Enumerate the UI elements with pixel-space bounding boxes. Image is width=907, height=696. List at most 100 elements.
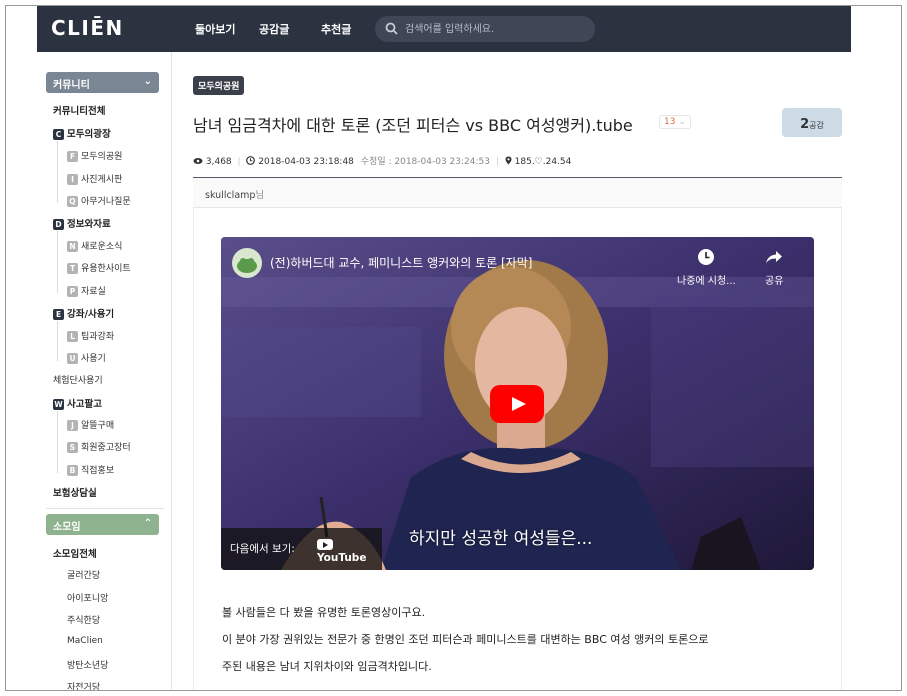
nav-recommended-posts[interactable]: 추천글 xyxy=(321,21,351,37)
watch-on-label: 다음에서 보기: xyxy=(230,543,295,555)
sidebar-item-reviews[interactable]: U 사용기 xyxy=(67,351,106,364)
sidebar-item-label: 직접홍보 xyxy=(81,466,115,476)
browser-frame: CLIĒN 둘아보기 공감글 추천글 커뮤니티 ⌄ 커뮤니티전체 C모두의광장 … xyxy=(5,5,902,691)
clock-icon xyxy=(246,156,256,165)
sidebar-item-useful-sites[interactable]: T 유용한사이트 xyxy=(67,261,131,274)
play-button[interactable] xyxy=(490,385,544,423)
somoim-label: 소모임 xyxy=(53,522,81,533)
somoim-section-header[interactable]: 소모임 ⌃ xyxy=(46,514,159,535)
comment-count-badge[interactable]: 13 ⌄ xyxy=(659,115,691,129)
group-label: 모두의광장 xyxy=(67,129,111,140)
chevron-up-icon: ⌃ xyxy=(143,518,152,529)
youtube-logo: YouTube xyxy=(317,539,382,564)
youtube-embed[interactable]: (전)하버드대 교수, 페미니스트 앵커와의 토론 [자막] 나중에 시청...… xyxy=(221,237,814,570)
sidebar-item-archive[interactable]: P 자료실 xyxy=(67,284,106,297)
chevron-down-icon: ⌄ xyxy=(143,76,152,87)
location-pin-icon xyxy=(505,156,512,165)
sidebar-item-label: 사진게시판 xyxy=(81,175,123,185)
share-icon xyxy=(766,251,783,264)
sidebar-item-label: 알뜰구매 xyxy=(81,421,115,431)
board-code-badge: U xyxy=(67,353,78,364)
group-label: 정보와자료 xyxy=(67,219,111,230)
sidebar-somoim-item[interactable]: 주식한당 xyxy=(67,613,100,626)
created-date: 2018-04-03 23:18:48 xyxy=(258,157,354,167)
watch-on-youtube[interactable]: 다음에서 보기: YouTube xyxy=(221,528,382,570)
sidebar-item-promotion[interactable]: B 직접홍보 xyxy=(67,463,114,476)
sidebar: 커뮤니티 ⌄ 커뮤니티전체 C 모두의광장 F 모두의공원 I 사진게시판 Q 아무거나… xyxy=(37,52,172,690)
sidebar-item-used-market[interactable]: S 회원중고장터 xyxy=(67,440,131,453)
sidebar-item-label: 새로운소식 xyxy=(81,242,123,252)
sidebar-item-question[interactable]: Q 아무거나질문 xyxy=(67,194,131,207)
post-title: 남녀 임금격차에 대한 토론 (조던 피터슨 vs BBC 여성앵커).tube xyxy=(193,116,633,135)
sidebar-item-trial-reviews[interactable]: 체험단사용기 xyxy=(53,373,103,386)
sidebar-item-label: 자료실 xyxy=(81,287,106,297)
youtube-icon xyxy=(317,539,333,550)
board-code-badge: E xyxy=(53,309,64,320)
sidebar-somoim-all[interactable]: 소모임전체 xyxy=(53,546,97,560)
sidebar-group-trade[interactable]: W 사고팔고 xyxy=(53,396,102,410)
sidebar-somoim-item[interactable]: 아이포니앙 xyxy=(67,591,108,604)
group-label: 강좌/사용기 xyxy=(67,309,115,320)
nav-empathy-posts[interactable]: 공감글 xyxy=(259,21,289,37)
sidebar-group-lectures[interactable]: E 강좌/사용기 xyxy=(53,306,114,320)
sidebar-item-label: 유용한사이트 xyxy=(81,264,131,274)
sidebar-somoim-item[interactable]: 방탄소년당 xyxy=(67,658,108,671)
comment-count: 13 xyxy=(664,117,676,127)
community-label: 커뮤니티 xyxy=(53,80,90,91)
like-button[interactable]: 2공감 xyxy=(782,108,842,137)
top-navigation-bar: CLIĒN 둘아보기 공감글 추천글 xyxy=(37,6,851,52)
sidebar-community-all[interactable]: 커뮤니티전체 xyxy=(53,103,105,117)
category-badge[interactable]: 모두의공원 xyxy=(193,76,245,95)
clock-icon xyxy=(698,249,715,265)
author-bar: skullclamp님 xyxy=(193,177,842,208)
board-code-badge: S xyxy=(67,442,78,453)
board-code-badge: P xyxy=(67,286,78,297)
eye-icon xyxy=(193,158,203,164)
search-box[interactable] xyxy=(375,16,595,42)
board-code-badge: I xyxy=(67,174,78,185)
search-input[interactable] xyxy=(405,20,585,38)
sidebar-group-info[interactable]: D 정보와자료 xyxy=(53,216,111,230)
site-logo[interactable]: CLIĒN xyxy=(51,16,124,40)
share-button[interactable]: 공유 xyxy=(765,248,783,287)
board-code-badge: T xyxy=(67,263,78,274)
sidebar-item-deals[interactable]: J 알뜰구매 xyxy=(67,418,114,431)
board-code-badge: D xyxy=(53,219,64,230)
sidebar-somoim-item[interactable]: 굴러간당 xyxy=(67,568,100,581)
community-section-header[interactable]: 커뮤니티 ⌄ xyxy=(46,72,159,93)
sidebar-item-label: 팁과강좌 xyxy=(81,332,115,342)
post-meta: 3,468 | 2018-04-03 23:18:48 수정일 : 2018-0… xyxy=(193,154,571,167)
sidebar-item-photo[interactable]: I 사진게시판 xyxy=(67,172,122,185)
board-code-badge: W xyxy=(53,399,64,410)
sidebar-group-plaza[interactable]: C 모두의광장 xyxy=(53,126,111,140)
youtube-wordmark: YouTube xyxy=(317,552,367,564)
watch-later-button[interactable]: 나중에 시청... xyxy=(677,248,736,287)
modified-date: 수정일 : 2018-04-03 23:24:53 xyxy=(360,157,490,167)
board-code-badge: Q xyxy=(67,196,78,207)
sidebar-item-news[interactable]: N 새로운소식 xyxy=(67,239,122,252)
view-count: 3,468 xyxy=(205,157,232,167)
board-code-badge: B xyxy=(67,465,78,476)
sidebar-insurance[interactable]: 보험상담실 xyxy=(53,485,97,499)
author-name[interactable]: skullclamp님 xyxy=(205,187,264,201)
sidebar-item-tips[interactable]: L 팁과강좌 xyxy=(67,329,114,342)
chevron-down-icon: ⌄ xyxy=(678,117,686,127)
sidebar-item-label: 아무거나질문 xyxy=(81,197,131,207)
video-title[interactable]: (전)하버드대 교수, 페미니스트 앵커와의 토론 [자막] xyxy=(270,254,532,271)
sidebar-somoim-item[interactable]: 자전거당 xyxy=(67,680,100,690)
search-icon xyxy=(385,22,398,35)
post-paragraph: 주된 내용은 남녀 지위차이와 임금격차입니다. xyxy=(222,660,432,673)
author-suffix: 님 xyxy=(255,190,265,201)
board-code-badge: J xyxy=(67,420,78,431)
nav-browse[interactable]: 둘아보기 xyxy=(195,21,235,37)
channel-avatar[interactable] xyxy=(232,248,262,278)
post-paragraph: 이 분야 가장 권위있는 전문가 중 한명인 조던 피터슨과 페미니스트를 대변… xyxy=(222,633,709,646)
video-subtitle: 하지만 성공한 여성들은... xyxy=(409,529,593,549)
group-label: 사고팔고 xyxy=(67,399,102,410)
sidebar-item-park[interactable]: F 모두의공원 xyxy=(67,149,122,162)
board-code-badge: C xyxy=(53,129,64,140)
like-label: 공감 xyxy=(809,121,824,130)
sidebar-item-label: 회원중고장터 xyxy=(81,443,131,453)
author-nick: skullclamp xyxy=(205,190,256,201)
sidebar-somoim-item[interactable]: MaClien xyxy=(67,636,103,646)
